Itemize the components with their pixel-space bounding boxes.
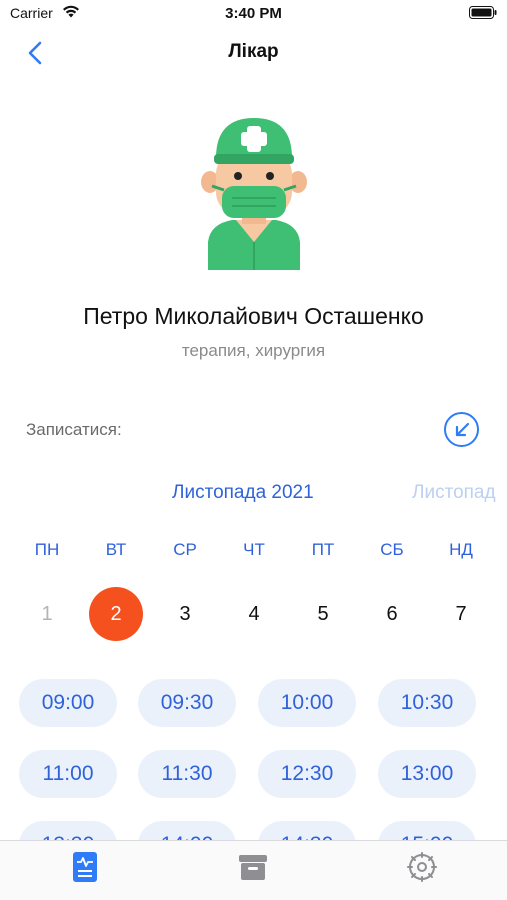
doctor-specialties: терапия, хирургия [181,341,326,360]
weekday-sat: СБ [380,540,404,559]
time-slot[interactable]: 11:00 [19,750,117,798]
month-current[interactable]: Листопада 2021 [172,482,314,504]
navigation-bar: Лікар [0,30,507,76]
month-next[interactable]: Листопада 2021 [412,482,496,504]
time-slot[interactable]: 11:30 [138,750,236,798]
doctor-name: Петро Миколайович Осташенко [83,303,424,329]
weekday-sun: НД [449,540,473,559]
weekday-mon: ПН [34,540,60,559]
status-bar: Carrier 3:40 PM [0,0,507,30]
time-slot[interactable]: 13:00 [378,750,476,798]
tab-bar [0,840,507,900]
time-slot[interactable]: 09:30 [138,679,236,727]
time-slot[interactable]: 10:30 [378,679,476,727]
calendar-day[interactable]: 6 [365,587,419,641]
weekday-tue: ВТ [105,540,127,559]
calendar-day: 1 [41,602,53,625]
weekday-thu: ЧТ [243,540,265,559]
battery-icon [469,6,497,19]
doctor-avatar-icon [201,118,307,270]
time-slot[interactable]: 10:00 [258,679,356,727]
medical-record-icon [73,852,97,882]
booking-label: Записатися: [26,420,122,439]
tab-archive[interactable] [233,849,273,885]
time-slot[interactable]: 09:00 [19,679,117,727]
settings-gear-icon [407,852,437,882]
calendar-day[interactable]: 7 [434,587,488,641]
weekday-fri: ПТ [311,540,335,559]
arrow-down-left-icon [455,422,469,436]
calendar-day[interactable]: 5 [296,587,350,641]
collapse-calendar-button[interactable] [444,412,479,447]
tab-settings[interactable] [402,849,442,885]
page-title: Лікар [228,41,279,62]
weekday-wed: СР [173,540,197,559]
tab-records[interactable] [65,849,105,885]
time-slot[interactable]: 12:30 [258,750,356,798]
archive-box-icon [239,855,267,880]
calendar-day-selected[interactable]: 2 [89,587,143,641]
status-time: 3:40 PM [225,5,282,22]
calendar-day[interactable]: 4 [227,587,281,641]
calendar-day[interactable]: 3 [158,587,212,641]
